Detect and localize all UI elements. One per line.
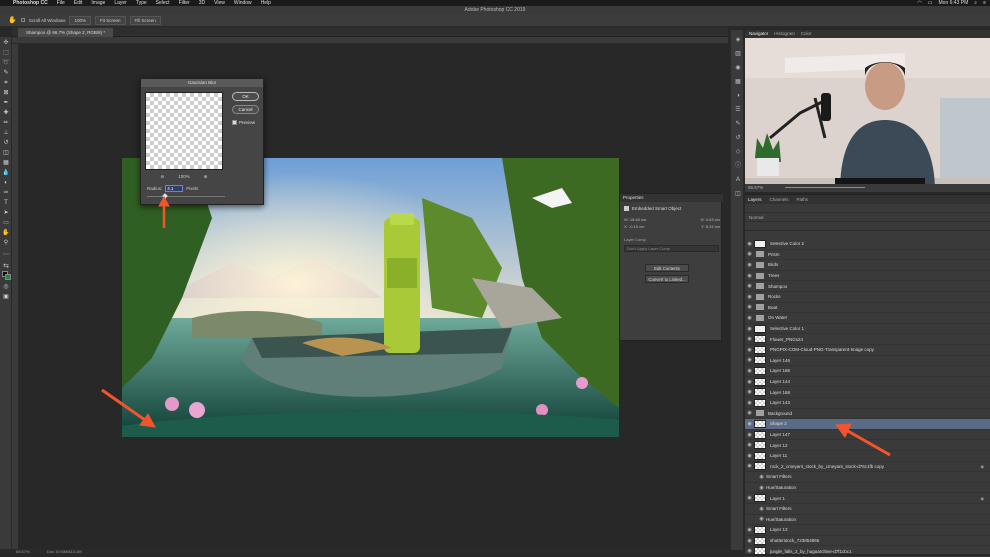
arrow-up-head	[158, 195, 170, 207]
arrow-to-edge	[101, 388, 146, 422]
status-zoom[interactable]: 66.67%	[16, 549, 30, 554]
annotation-arrows	[101, 195, 891, 457]
status-bar: 66.67% Doc: 5.93M/813.1M	[0, 549, 730, 554]
arrow-edge-head	[139, 413, 156, 428]
status-doc[interactable]: Doc: 5.93M/813.1M	[47, 549, 82, 554]
arrow-to-shape-layer	[845, 428, 891, 457]
